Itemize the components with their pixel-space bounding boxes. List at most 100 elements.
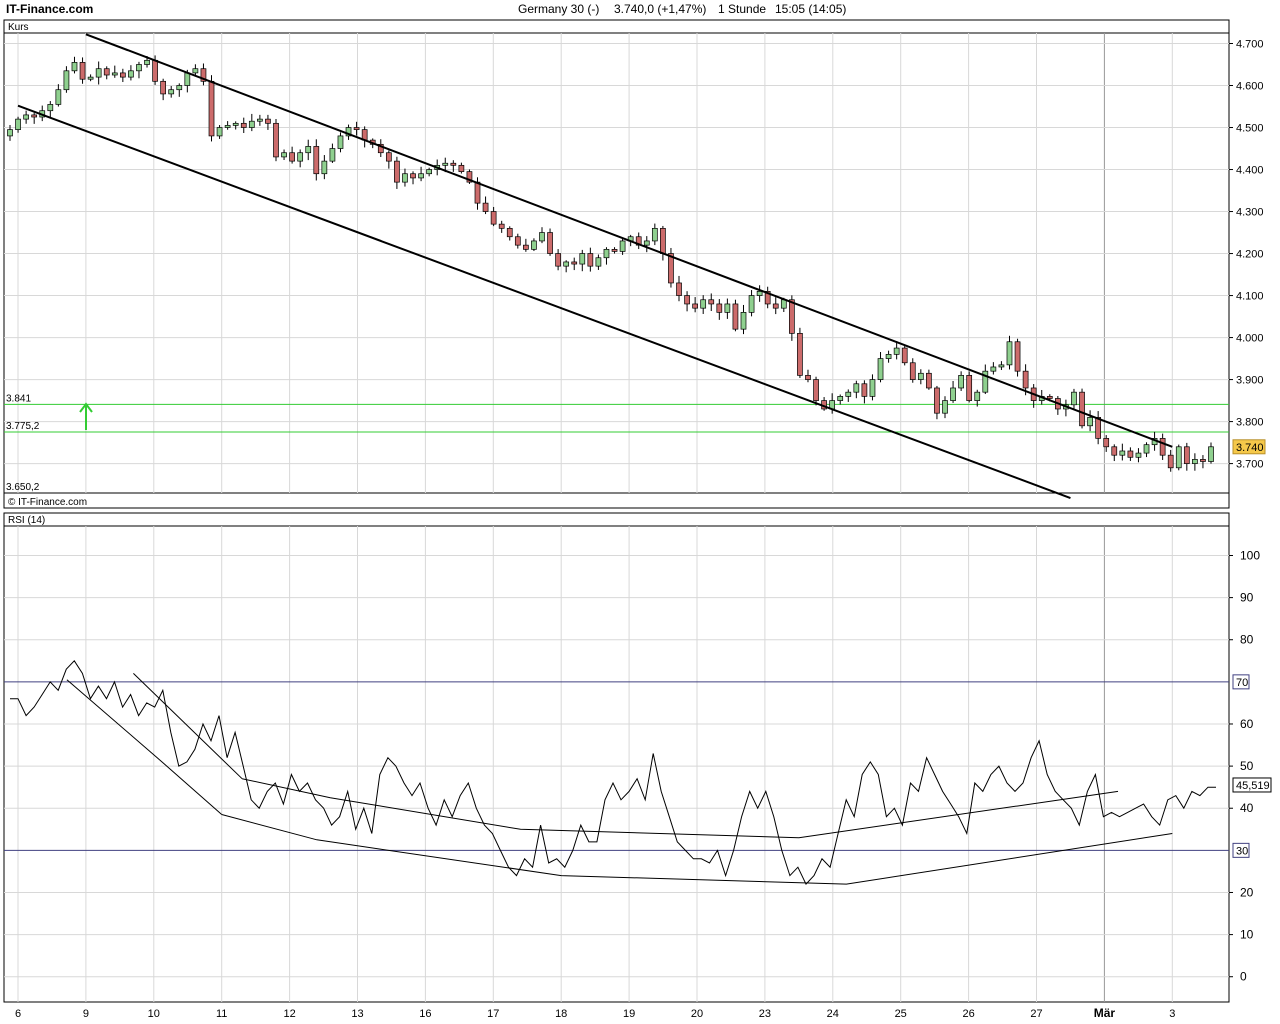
candle-body-up [918,373,923,379]
candle-body-down [773,304,778,308]
candle-body-down [967,375,972,400]
candle-body-down [483,203,488,211]
candle-body-up [193,69,198,73]
rsi-y-tick-label: 10 [1240,928,1254,942]
candle-body-down [677,283,682,296]
candle-body-down [1160,438,1165,455]
candle-body-down [572,262,577,264]
chart-canvas: IT-Finance.com Germany 30 (-) 3.740,0 (+… [0,0,1280,1024]
candle-body-up [620,241,625,252]
price-y-tick-label: 3.700 [1236,459,1264,471]
price-y-tick-label: 4.200 [1236,249,1264,261]
candle-body-up [1071,392,1076,405]
candle-body-up [298,153,303,161]
candle-body-up [402,174,407,182]
candle-body-down [1096,417,1101,438]
candle-body-down [1112,447,1117,455]
candle-body-down [717,304,722,312]
candle-body-up [644,241,649,245]
x-axis: 691011121316171819202324252627Mär3 [15,1006,1175,1020]
candle-body-up [838,396,843,400]
candle-body-up [233,123,238,125]
candle-body-up [306,146,311,152]
candle [1015,339,1020,377]
candle-body-down [693,304,698,308]
candle-body-down [789,300,794,334]
candle-body-down [814,380,819,401]
x-tick-label: 24 [827,1008,839,1020]
candle-body-up [604,249,609,257]
x-tick-label: 16 [419,1008,431,1020]
candle-body-up [24,115,29,119]
candle-body-up [112,73,117,75]
candle-body-down [709,300,714,304]
candle-body-up [88,77,93,79]
candle-body-down [354,128,359,130]
candle-body-up [169,90,174,94]
x-tick-label: 12 [283,1008,295,1020]
candle-body-up [870,380,875,397]
candle-body-up [1144,445,1149,453]
rsi-y-tick-label: 60 [1240,717,1254,731]
candle-body-up [531,241,536,249]
price-panel: Kurs © IT-Finance.com 3.8413.775,23.650,… [4,20,1265,508]
candle-body-down [910,363,915,380]
candle-body-down [161,81,166,94]
candle-body-up [419,174,424,178]
candle-body-up [1176,447,1181,468]
rsi-y-tick-label: 90 [1240,591,1254,605]
candle-body-up [48,104,53,110]
candle-body-down [902,348,907,363]
candle-body-up [596,258,601,266]
candle-body-down [797,333,802,375]
candle-body-up [145,60,150,64]
price-y-tick-label: 4.500 [1236,123,1264,135]
rsi-y-tick-label: 0 [1240,970,1247,984]
instrument-quote: 3.740,0 (+1,47%) [614,2,706,16]
candle-body-down [660,228,665,253]
candle-body-down [1184,447,1189,464]
x-tick-label: 23 [759,1008,771,1020]
candle-body-down [548,233,553,254]
x-tick-label: 27 [1030,1008,1042,1020]
candle-body-up [427,170,432,174]
candle-body-down [588,254,593,267]
candle-body-up [564,262,569,266]
candle-body-down [153,60,158,81]
x-tick-label: 20 [691,1008,703,1020]
candle-body-down [1128,451,1133,457]
candle-body-up [749,296,754,313]
candle-body-down [1168,455,1173,468]
candle-body-up [330,149,335,162]
x-tick-label: 25 [895,1008,907,1020]
x-tick-label: 10 [148,1008,160,1020]
candle-body-down [612,249,617,251]
candle [467,169,472,183]
x-tick-label: 17 [487,1008,499,1020]
candle-body-up [846,392,851,396]
x-tick-label: 18 [555,1008,567,1020]
rsi-last-label: 45,519 [1236,780,1270,792]
candle-body-up [539,233,544,241]
candle-body-up [1209,447,1214,462]
price-y-tick-label: 3.900 [1236,375,1264,387]
x-tick-label: 6 [15,1008,21,1020]
candle-body-down [273,123,278,157]
candle [548,228,553,255]
candle-body-down [685,296,690,304]
candle-body-up [959,375,964,388]
price-y-tick-label: 3.800 [1236,417,1264,429]
candle-body-down [120,73,125,77]
candle-body-up [249,121,254,127]
candle [967,371,972,402]
rsi-y-axis: 10090806050402010045,519 [1229,548,1271,983]
price-y-tick-label: 4.700 [1236,39,1264,51]
candle-body-up [1120,451,1125,455]
candle-body-up [1007,342,1012,365]
candle-body-down [926,373,931,388]
candle-body-up [177,86,182,90]
candle [668,248,673,288]
candle-body-up [741,312,746,329]
candle-body-down [290,153,295,161]
candle-body-up [701,300,706,308]
